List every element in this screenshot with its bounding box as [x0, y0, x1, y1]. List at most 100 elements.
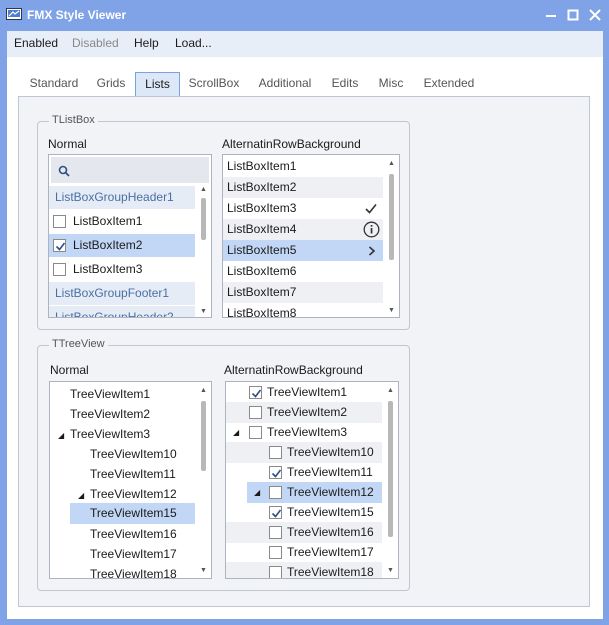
tree-item[interactable]: TreeViewItem11 [90, 464, 176, 485]
tree-item[interactable]: TreeViewItem17 [226, 542, 382, 563]
checkbox[interactable] [269, 486, 282, 499]
checkbox-checked[interactable] [249, 386, 262, 399]
scroll-down-icon[interactable]: ▼ [387, 567, 394, 574]
scroll-up-icon[interactable]: ▲ [200, 186, 207, 193]
checkbox[interactable] [249, 426, 262, 439]
list-item[interactable]: ListBoxItem7 [223, 282, 383, 303]
window-title: FMX Style Viewer [27, 8, 127, 22]
treeview-normal[interactable]: TreeViewItem1 TreeViewItem2 ◢ TreeViewIte… [49, 381, 212, 579]
list-item-selected[interactable]: ListBoxItem2 [49, 234, 195, 257]
scroll-down-icon[interactable]: ▼ [200, 567, 207, 574]
maximize-icon[interactable] [563, 6, 583, 24]
scroll-thumb[interactable] [201, 198, 206, 240]
tab-extended[interactable]: Extended [416, 72, 482, 96]
tree-item[interactable]: TreeViewItem18 [226, 562, 382, 579]
checkbox[interactable] [269, 566, 282, 578]
check-icon [271, 509, 282, 518]
checkbox[interactable] [249, 406, 262, 419]
tree-item[interactable]: TreeViewItem18 [90, 564, 177, 578]
info-icon[interactable] [363, 221, 380, 238]
listbox-normal[interactable]: ListBoxGroupHeader1 ListBoxItem1 ListBox… [48, 154, 212, 318]
checkbox-checked[interactable] [269, 466, 282, 479]
tree-item[interactable]: TreeViewItem16 [226, 522, 382, 543]
tree-item-label: TreeViewItem12 [90, 487, 177, 501]
scroll-thumb[interactable] [201, 401, 206, 471]
list-item[interactable]: ListBoxItem1 [223, 156, 383, 177]
vertical-scrollbar[interactable]: ▲ ▼ [199, 183, 209, 317]
tree-item-selected[interactable]: TreeViewItem15 [70, 503, 195, 524]
tree-item[interactable]: TreeViewItem1 [70, 384, 150, 405]
tree-item-label: TreeViewItem12 [287, 485, 374, 499]
scroll-up-icon[interactable]: ▲ [200, 387, 207, 394]
vertical-scrollbar[interactable]: ▲ ▼ [199, 383, 209, 577]
tree-item[interactable]: ◢ TreeViewItem12 [78, 484, 177, 505]
list-item[interactable]: ListBoxItem4 [223, 219, 383, 240]
checkbox[interactable] [53, 263, 66, 276]
listbox-search-field[interactable] [51, 157, 209, 183]
list-item[interactable]: ListBoxItem3 [223, 198, 383, 219]
tree-item[interactable]: TreeViewItem15 [226, 502, 382, 523]
checkbox[interactable] [269, 446, 282, 459]
tree-item[interactable]: TreeViewItem2 [226, 402, 382, 423]
treeview-normal-label: Normal [50, 363, 89, 377]
tab-lists[interactable]: Lists [135, 72, 180, 96]
tree-item[interactable]: TreeViewItem10 [90, 444, 177, 465]
menu-load[interactable]: Load... [175, 36, 212, 50]
list-item-label: ListBoxItem1 [73, 214, 143, 228]
search-icon [58, 165, 70, 177]
tree-item[interactable]: TreeViewItem10 [226, 442, 382, 463]
expanded-arrow-icon[interactable]: ◢ [233, 422, 239, 443]
tab-grids[interactable]: Grids [88, 72, 134, 96]
ttreeview-group-title: TTreeView [49, 338, 108, 350]
list-item-label: ListBoxItem4 [227, 222, 297, 236]
tree-item-selected[interactable]: ◢ TreeViewItem12 [247, 482, 382, 503]
list-item-label: ListBoxItem2 [73, 238, 143, 252]
expanded-arrow-icon[interactable]: ◢ [254, 482, 260, 503]
close-icon[interactable] [585, 6, 605, 24]
chevron-right-icon[interactable] [368, 246, 376, 256]
tlistbox-group-title: TListBox [49, 114, 98, 126]
list-item[interactable]: ListBoxItem2 [223, 177, 383, 198]
tab-standard[interactable]: Standard [22, 72, 86, 96]
scroll-up-icon[interactable]: ▲ [388, 160, 395, 167]
tree-item[interactable]: TreeViewItem2 [70, 404, 150, 425]
menu-enabled[interactable]: Enabled [14, 36, 58, 50]
list-item-selected[interactable]: ListBoxItem5 [223, 240, 383, 261]
checkbox-checked[interactable] [53, 239, 66, 252]
list-item[interactable]: ListBoxItem8 [223, 303, 383, 317]
tree-item-label: TreeViewItem11 [287, 465, 373, 479]
tab-misc[interactable]: Misc [370, 72, 412, 96]
tab-additional[interactable]: Additional [250, 72, 320, 96]
checkbox-checked[interactable] [269, 506, 282, 519]
menu-help[interactable]: Help [134, 36, 159, 50]
checkbox[interactable] [269, 546, 282, 559]
scroll-up-icon[interactable]: ▲ [387, 387, 394, 394]
tree-item[interactable]: TreeViewItem16 [90, 524, 177, 545]
checkbox[interactable] [269, 526, 282, 539]
tree-item[interactable]: TreeViewItem11 [226, 462, 382, 483]
listbox-alternating[interactable]: ListBoxItem1 ListBoxItem2 ListBoxItem3 L… [222, 154, 400, 318]
expanded-arrow-icon[interactable]: ◢ [58, 425, 70, 446]
tab-edits[interactable]: Edits [324, 72, 366, 96]
vertical-scrollbar[interactable]: ▲ ▼ [387, 156, 397, 317]
scroll-thumb[interactable] [389, 174, 394, 260]
list-item-label: ListBoxItem3 [73, 262, 143, 276]
tree-item[interactable]: TreeViewItem17 [90, 544, 177, 565]
tree-item[interactable]: ◢ TreeViewItem3 [226, 422, 382, 443]
scroll-down-icon[interactable]: ▼ [388, 307, 395, 314]
list-item[interactable]: ListBoxItem1 [49, 210, 195, 233]
tree-item[interactable]: ◢ TreeViewItem3 [58, 424, 150, 445]
menu-disabled[interactable]: Disabled [72, 36, 119, 50]
tab-scrollbox[interactable]: ScrollBox [182, 72, 246, 96]
list-item[interactable]: ListBoxItem6 [223, 261, 383, 282]
list-item[interactable]: ListBoxItem3 [49, 258, 195, 281]
minimize-icon[interactable] [541, 6, 561, 24]
tree-item[interactable]: TreeViewItem1 [226, 382, 382, 403]
tree-item-label: TreeViewItem18 [287, 565, 374, 579]
listbox-alt-label: AlternatinRowBackground [222, 137, 361, 151]
vertical-scrollbar[interactable]: ▲ ▼ [386, 383, 396, 577]
scroll-down-icon[interactable]: ▼ [200, 308, 207, 315]
checkbox[interactable] [53, 215, 66, 228]
treeview-alternating[interactable]: TreeViewItem1 TreeViewItem2 ◢ TreeViewIte… [225, 381, 399, 579]
scroll-thumb[interactable] [388, 401, 393, 537]
